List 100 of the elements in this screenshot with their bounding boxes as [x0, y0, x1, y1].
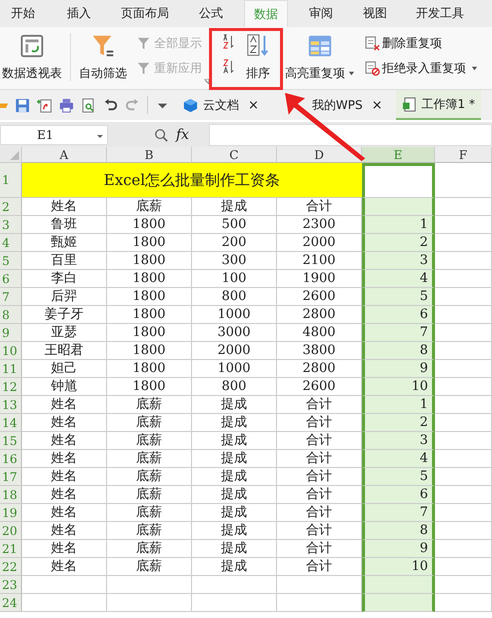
table-cell: 5 — [362, 468, 435, 486]
table-cell: 姓名 — [22, 432, 107, 450]
table-cell: 3 — [362, 252, 435, 270]
menu-tab[interactable]: 开始 — [2, 0, 44, 27]
table-cell: 钟馗 — [22, 378, 107, 396]
menu-tab[interactable]: 插入 — [58, 0, 100, 27]
close-button[interactable]: × — [372, 98, 383, 112]
search-icon[interactable] — [154, 128, 168, 142]
row-header[interactable]: 2 — [0, 198, 22, 216]
table-cell: 底薪 — [107, 468, 192, 486]
table-cell: 甄姬 — [22, 234, 107, 252]
sort-icon — [245, 33, 271, 59]
table-cell: 百里 — [22, 252, 107, 270]
row-header[interactable]: 1 — [0, 163, 22, 198]
menu-tab[interactable]: 开发工具 — [408, 0, 466, 27]
table-cell: 亚瑟 — [22, 324, 107, 342]
menu-tab[interactable]: 视图 — [354, 0, 396, 27]
table-cell: 王昭君 — [22, 342, 107, 360]
row-header[interactable]: 15 — [0, 432, 22, 450]
menu-tab[interactable]: 公式 — [190, 0, 232, 27]
close-button[interactable]: × — [248, 98, 259, 112]
row-header[interactable]: 3 — [0, 216, 22, 234]
table-cell — [435, 450, 492, 468]
row-header[interactable]: 8 — [0, 306, 22, 324]
reject-duplicates-icon — [365, 61, 380, 76]
row-header[interactable]: 20 — [0, 522, 22, 540]
undo-icon[interactable] — [103, 98, 118, 112]
table-cell: 姓名 — [22, 558, 107, 576]
column-header[interactable]: F — [435, 147, 492, 163]
name-box[interactable]: E1 — [0, 124, 108, 144]
row-header[interactable]: 5 — [0, 252, 22, 270]
table-cell: 底薪 — [107, 450, 192, 468]
column-header[interactable]: B — [107, 147, 192, 163]
remove-duplicates-icon — [365, 36, 380, 51]
table-cell: 提成 — [192, 522, 277, 540]
column-header[interactable]: E — [362, 147, 435, 163]
row-header[interactable]: 10 — [0, 342, 22, 360]
table-cell: 7 — [362, 324, 435, 342]
column-header[interactable]: A — [22, 147, 107, 163]
table-cell: 提成 — [192, 486, 277, 504]
menu-tab[interactable]: 数据 — [244, 0, 288, 27]
table-cell — [435, 432, 492, 450]
row-header[interactable]: 13 — [0, 396, 22, 414]
document-tab[interactable]: 我的WPS × — [272, 90, 389, 120]
dialog-launcher-icon[interactable] — [204, 79, 210, 85]
row-header[interactable]: 6 — [0, 270, 22, 288]
formula-input[interactable] — [209, 124, 492, 146]
menu-tab[interactable]: 审阅 — [300, 0, 342, 27]
row-header[interactable]: 18 — [0, 486, 22, 504]
table-cell: 800 — [192, 378, 277, 396]
auto-filter-button[interactable]: 自动筛选 — [77, 33, 129, 82]
save-icon[interactable] — [15, 98, 30, 112]
table-cell: 1800 — [107, 252, 192, 270]
row-header[interactable]: 12 — [0, 378, 22, 396]
pivot-table-button[interactable]: 数据透视表 — [0, 33, 64, 82]
row-header[interactable]: 9 — [0, 324, 22, 342]
table-cell: 1800 — [107, 216, 192, 234]
table-cell — [435, 378, 492, 396]
document-tab[interactable]: 云文档 × — [177, 90, 265, 120]
table-cell: 妲己 — [22, 360, 107, 378]
print-icon[interactable] — [59, 98, 74, 112]
document-tab[interactable]: 工作簿1 * — [396, 90, 481, 120]
table-cell: 姜子牙 — [22, 306, 107, 324]
column-header[interactable]: C — [192, 147, 277, 163]
row-header[interactable]: 22 — [0, 558, 22, 576]
row-header[interactable]: 24 — [0, 594, 22, 612]
row-header[interactable]: 4 — [0, 234, 22, 252]
row-header[interactable]: 21 — [0, 540, 22, 558]
table-cell: 3 — [362, 432, 435, 450]
row-header[interactable]: 17 — [0, 468, 22, 486]
table-cell: 1800 — [107, 324, 192, 342]
funnel-icon — [137, 61, 152, 76]
row-header[interactable]: 23 — [0, 576, 22, 594]
remove-duplicates-button[interactable]: 删除重复项 — [365, 35, 478, 52]
reject-duplicates-button[interactable]: 拒绝录入重复项 — [365, 60, 478, 77]
table-cell: 1800 — [107, 306, 192, 324]
table-cell: 1800 — [107, 342, 192, 360]
table-cell: 底薪 — [107, 396, 192, 414]
row-header[interactable]: 11 — [0, 360, 22, 378]
table-cell: 800 — [192, 288, 277, 306]
table-cell: 底薪 — [107, 432, 192, 450]
table-cell — [435, 234, 492, 252]
row-header[interactable]: 16 — [0, 450, 22, 468]
row-header[interactable]: 7 — [0, 288, 22, 306]
function-button[interactable]: fx — [176, 126, 190, 142]
table-cell: 底薪 — [107, 198, 192, 216]
table-cell: 5 — [362, 288, 435, 306]
table-cell — [435, 163, 492, 198]
table-cell: 姓名 — [22, 540, 107, 558]
row-header[interactable]: 19 — [0, 504, 22, 522]
table-cell: 1800 — [107, 270, 192, 288]
highlight-duplicates-button[interactable]: 高亮重复项 — [283, 33, 357, 82]
export-pdf-icon[interactable] — [37, 98, 52, 112]
sort-button[interactable]: 排序 — [243, 33, 273, 82]
menu-tab[interactable]: 页面布局 — [112, 0, 178, 27]
print-preview-icon[interactable] — [81, 98, 96, 112]
column-header[interactable]: D — [277, 147, 362, 163]
table-cell: 10 — [362, 558, 435, 576]
active-cell[interactable] — [362, 163, 435, 198]
row-header[interactable]: 14 — [0, 414, 22, 432]
